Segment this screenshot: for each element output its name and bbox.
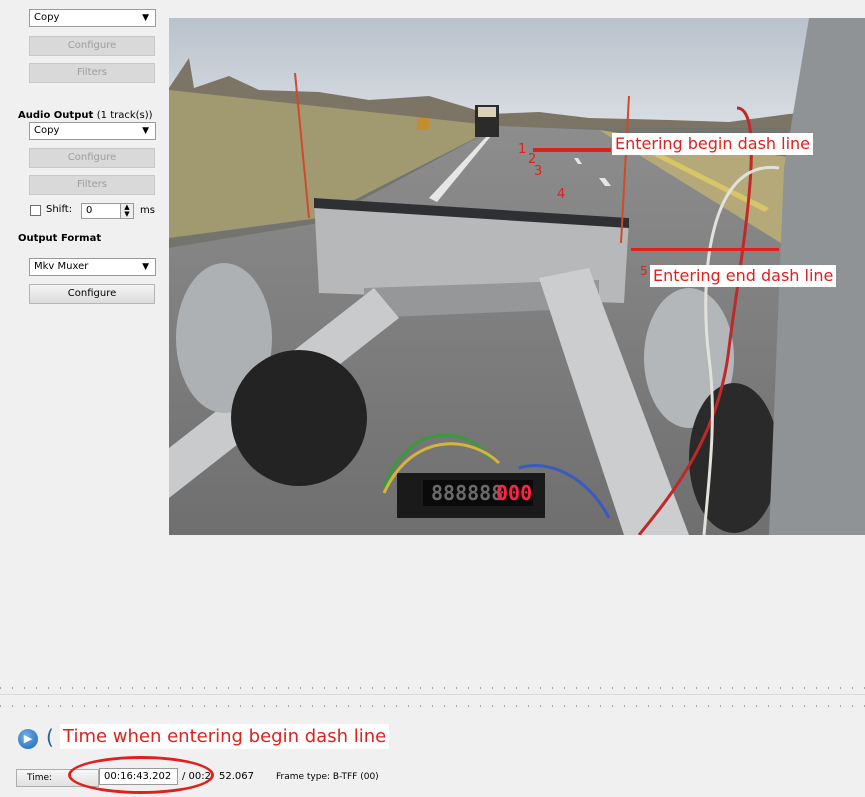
time-highlight-ellipse: [68, 756, 214, 794]
marker-1: 1: [518, 142, 527, 157]
spin-arrows-icon[interactable]: ▲ ▼: [120, 204, 133, 218]
shift-spinbox[interactable]: 0 ▲ ▼: [81, 203, 134, 219]
begin-dash-annotation: Entering begin dash line: [612, 133, 813, 155]
black-disc: [231, 350, 367, 486]
shift-label: Shift:: [46, 204, 73, 215]
video-codec-select[interactable]: Copy ▼: [29, 9, 156, 27]
end-dash-marker-line: [631, 248, 779, 251]
audio-output-label: Audio Output: [18, 110, 94, 121]
timeline-divider: [0, 694, 865, 695]
frame-type: Frame type: B-TFF (00): [276, 772, 379, 782]
time-annotation: Time when entering begin dash line: [60, 724, 390, 749]
muxer-select[interactable]: Mkv Muxer ▼: [29, 258, 156, 276]
chevron-down-icon: ▼: [142, 13, 149, 23]
chevron-down-icon: ▼: [142, 126, 149, 136]
audio-codec-select[interactable]: Copy ▼: [29, 122, 156, 140]
audio-configure-button[interactable]: Configure: [29, 148, 155, 168]
video-codec-value: Copy: [34, 12, 60, 23]
play-circle-icon[interactable]: ▶: [18, 729, 38, 749]
audio-output-title: Audio Output (1 track(s)): [18, 110, 153, 121]
marker-3: 3: [534, 164, 543, 179]
audio-filters-button[interactable]: Filters: [29, 175, 155, 195]
begin-dash-marker-line: [533, 148, 611, 152]
timeline-ruler-top[interactable]: [0, 683, 865, 693]
partial-nav-icon[interactable]: (: [46, 725, 54, 749]
marker-5: 5: [640, 264, 648, 278]
muxer-value: Mkv Muxer: [34, 261, 89, 272]
shift-value: 0: [86, 205, 93, 216]
audio-output-tracks: (1 track(s)): [96, 110, 153, 121]
end-dash-annotation: Entering end dash line: [650, 265, 837, 287]
timeline-ruler-bottom[interactable]: [0, 701, 865, 711]
shift-checkbox[interactable]: [30, 205, 41, 216]
odometer-white: 888888: [431, 481, 503, 505]
video-configure-button[interactable]: Configure: [29, 36, 155, 56]
output-format-title: Output Format: [18, 233, 102, 244]
marker-4: 4: [557, 187, 566, 202]
shift-unit: ms: [140, 205, 155, 216]
video-filters-button[interactable]: Filters: [29, 63, 155, 83]
audio-codec-value: Copy: [34, 125, 60, 136]
total-time-suffix: 52.067: [219, 771, 254, 782]
muxer-configure-button[interactable]: Configure: [29, 284, 155, 304]
left-panel: Copy ▼ Configure Filters Audio Output (1…: [0, 0, 165, 310]
chevron-down-icon: ▼: [142, 262, 149, 272]
odometer-red: 000: [496, 481, 532, 505]
